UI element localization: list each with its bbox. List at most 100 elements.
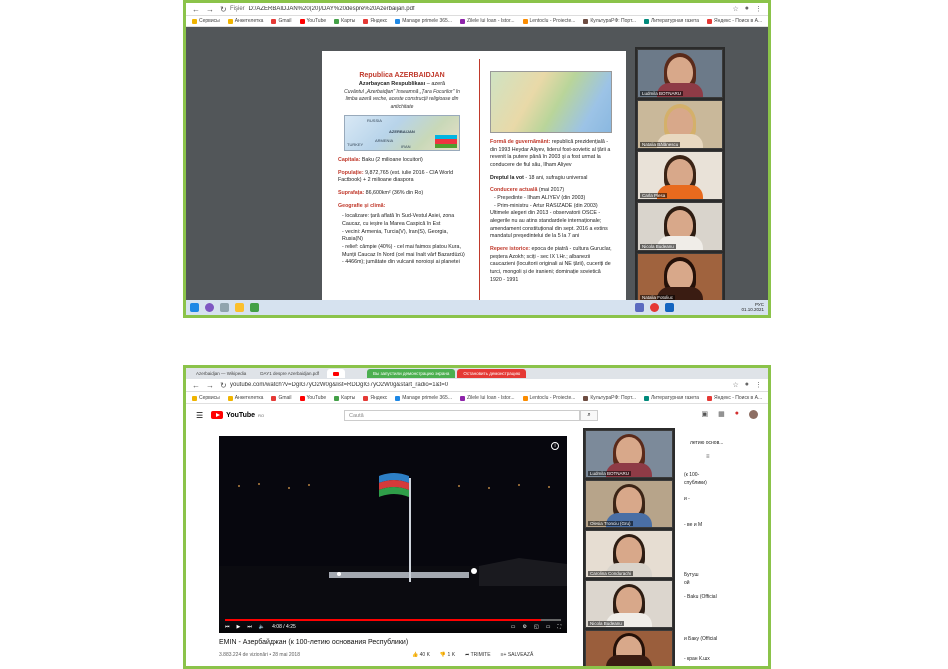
participant-tile[interactable]: Ludmila BOTNARU [585, 430, 673, 478]
bookmark-item[interactable]: Сервисы [192, 18, 220, 24]
browser-tab-active[interactable] [327, 369, 345, 378]
star-icon[interactable]: ☆ [732, 5, 738, 13]
stop-share-button[interactable]: Остановить демонстрацию [457, 369, 527, 378]
youtube-logo[interactable]: YouTube RO [211, 411, 264, 419]
back-icon[interactable]: ← [192, 381, 200, 390]
bookmark-item[interactable]: Gmail [271, 18, 292, 24]
prev-icon[interactable]: ⏮ [225, 624, 230, 630]
search-button[interactable]: ⌕ [580, 410, 598, 421]
profile-icon[interactable]: ● [745, 5, 749, 13]
bookmark-item[interactable]: Gmail [271, 395, 292, 401]
start-icon[interactable] [190, 303, 199, 312]
search-icon[interactable] [205, 303, 214, 312]
bookmark-item[interactable]: Анкетелетка [227, 18, 263, 24]
menu-icon[interactable]: ⋮ [755, 381, 762, 389]
participant-tile[interactable]: Olesia Tronciu (Gru) [585, 480, 673, 528]
next-icon[interactable]: ⏭ [247, 624, 252, 630]
bookmark-item[interactable]: Lentoclu - Proiecte... [522, 18, 575, 24]
bookmark-item[interactable]: Сервисы [192, 395, 220, 401]
video-player[interactable]: i ⏮ ▶ ⏭ 🔈 4:08 / 4:25 ▭ ⚙ ◱ ▭ ⛶ [219, 436, 567, 633]
chrome-icon[interactable] [650, 303, 659, 312]
play-icon[interactable]: ▶ [237, 624, 241, 630]
bookmark-item[interactable]: Zilele lui Ioan - Istor... [460, 395, 515, 401]
participant-tile[interactable]: Natalia Bălănescu [637, 100, 723, 149]
save-button[interactable]: ≡+ SALVEAZĂ [501, 652, 534, 658]
back-icon[interactable]: ← [192, 5, 200, 14]
address-url[interactable]: youtube.com/watch?v=DgIG7yO2W0g&list=RDD… [230, 382, 728, 388]
address-url[interactable]: D:/AZERBAIDJAN%20(20)/DAY%20despre%20Aze… [249, 6, 728, 12]
clock-date[interactable]: 01.10.2021 [741, 307, 764, 313]
side-item[interactable]: Бутуш [684, 572, 699, 578]
bookmark-item[interactable]: Яндекс - Поиск в А... [707, 395, 762, 401]
fullscreen-icon[interactable]: ⛶ [557, 624, 561, 630]
bookmark-item[interactable]: Manage primele 365... [395, 18, 452, 24]
search-input[interactable]: Caută [344, 410, 580, 421]
reload-icon[interactable]: ↻ [220, 381, 227, 390]
participant-tile[interactable]: Ludmila BOTNARU [637, 49, 723, 98]
participant-tile[interactable]: Natalia Fotoliuc [637, 253, 723, 302]
bookmark-item[interactable]: КультураРФ: Порт... [583, 395, 636, 401]
reload-icon[interactable]: ↻ [220, 5, 227, 14]
bookmark-item[interactable]: Яндекс [363, 18, 387, 24]
side-item[interactable]: - ве и М [684, 522, 702, 528]
settings-icon[interactable]: ⚙ [523, 624, 527, 630]
participant-tile[interactable]: Carolina Condurachi [585, 530, 673, 578]
miniplayer-icon[interactable]: ◱ [534, 624, 539, 630]
bookmark-item[interactable]: Lentoclu - Proiecte... [522, 395, 575, 401]
bookmark-item[interactable]: Яндекс [363, 395, 387, 401]
browser-tab[interactable]: DAY1 despre Azerbaidjan.pdf [254, 369, 325, 378]
nav-buttons[interactable]: ← → ↻ [186, 381, 230, 390]
star-icon[interactable]: ☆ [732, 381, 738, 389]
app-icon[interactable] [250, 303, 259, 312]
bookmark-item[interactable]: Яндекс - Поиск в А... [707, 18, 762, 24]
dislike-button[interactable]: 👎 1 K [440, 652, 455, 658]
subtitles-icon[interactable]: ▭ [511, 624, 516, 630]
system-tray[interactable]: РУС 01.10.2021 [741, 302, 764, 313]
like-button[interactable]: 👍 40 K [412, 652, 430, 658]
participant-tile[interactable] [585, 630, 673, 666]
forward-icon[interactable]: → [206, 381, 214, 390]
side-item[interactable]: - кран К.шх [684, 656, 710, 662]
bookmark-item[interactable]: Анкетелетка [227, 395, 263, 401]
notifications-icon[interactable]: ● [735, 410, 739, 419]
nav-buttons[interactable]: ← → ↻ [186, 5, 230, 14]
side-item[interactable]: летию основ... [690, 440, 723, 446]
bookmark-item[interactable]: Manage primele 365... [395, 395, 452, 401]
address-bar[interactable]: ← → ↻ Fişier D:/AZERBAIDJAN%20(20)/DAY%2… [186, 3, 768, 16]
profile-icon[interactable]: ● [745, 381, 749, 389]
side-item[interactable]: и Баку (Official [684, 636, 717, 642]
menu-icon[interactable]: ⋮ [755, 5, 762, 13]
side-item[interactable]: спублики) [684, 480, 707, 486]
bookmark-item[interactable]: YouTube [299, 18, 326, 24]
browser-tab[interactable]: Azerbaidjan — Wikipedia [190, 369, 252, 378]
create-video-icon[interactable]: ▣ [702, 410, 709, 419]
bookmark-item[interactable]: Zilele lui Ioan - Istor... [460, 18, 515, 24]
side-item[interactable]: - Baku (Official [684, 594, 717, 600]
zoom-icon[interactable] [665, 303, 674, 312]
participant-tile[interactable]: Nicola Budeanu [585, 580, 673, 628]
apps-icon[interactable]: ▦ [718, 410, 725, 419]
bookmark-item[interactable]: YouTube [299, 395, 326, 401]
task-view-icon[interactable] [220, 303, 229, 312]
bookmark-item[interactable]: КультураРФ: Порт... [583, 18, 636, 24]
participant-tile[interactable]: Carla Plesa [637, 151, 723, 200]
share-button[interactable]: ➦ TRIMITE [465, 652, 491, 658]
side-item[interactable]: ой [684, 580, 690, 586]
info-icon[interactable]: i [551, 442, 559, 450]
word-icon[interactable] [635, 303, 644, 312]
forward-icon[interactable]: → [206, 5, 214, 14]
participant-tile[interactable]: Nicola Budeanu [637, 202, 723, 251]
explorer-icon[interactable] [235, 303, 244, 312]
volume-icon[interactable]: 🔈 [259, 624, 265, 630]
sort-icon[interactable]: ≡ [706, 454, 710, 460]
bookmark-item[interactable]: Карты [334, 395, 355, 401]
side-item[interactable]: и - [684, 496, 690, 502]
address-bar[interactable]: ← → ↻ youtube.com/watch?v=DgIG7yO2W0g&li… [186, 379, 768, 392]
side-item[interactable]: (к 100- [684, 472, 699, 478]
bookmark-item[interactable]: Литературная газета [643, 395, 699, 401]
bookmark-item[interactable]: Литературная газета [643, 18, 699, 24]
avatar[interactable] [749, 410, 758, 419]
bookmark-item[interactable]: Карты [334, 18, 355, 24]
theater-icon[interactable]: ▭ [546, 624, 551, 630]
hamburger-icon[interactable]: ☰ [196, 411, 203, 420]
